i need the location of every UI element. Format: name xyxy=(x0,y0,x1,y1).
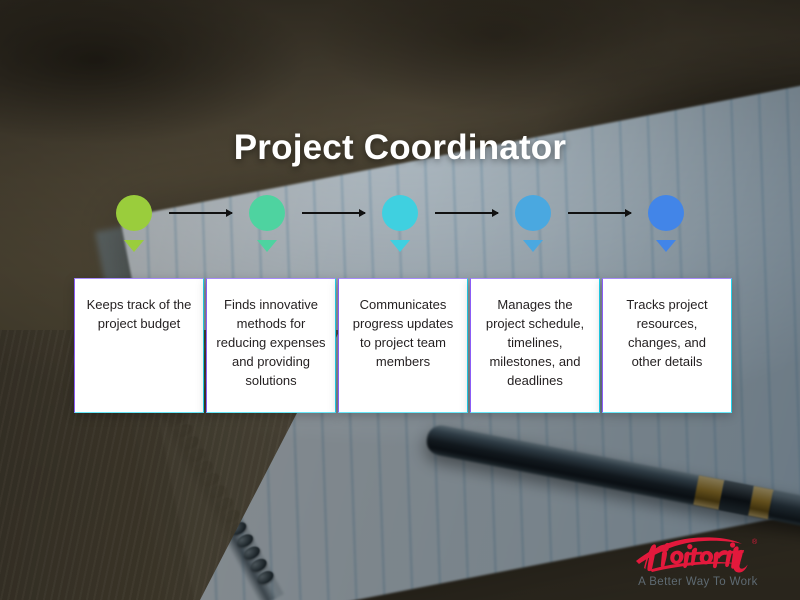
step-pointer-triangle-1 xyxy=(124,240,144,252)
step-pointer-triangle-2 xyxy=(257,240,277,252)
step-card-3[interactable]: Communicates progress updates to project… xyxy=(338,278,468,413)
step-card-text: Keeps track of the project budget xyxy=(86,297,192,332)
logo-tagline: A Better Way To Work xyxy=(638,576,758,588)
slide-canvas: Project Coordinator Keeps track of the p… xyxy=(0,0,800,600)
step-pointer-triangle-4 xyxy=(523,240,543,252)
step-node-2 xyxy=(247,195,287,252)
registered-trademark-icon: ® xyxy=(752,538,758,546)
flow-arrow-2 xyxy=(302,209,366,217)
flow-arrow-4 xyxy=(568,209,632,217)
step-card-text: Tracks project resources, changes, and o… xyxy=(626,297,708,370)
step-card-text: Communicates progress updates to project… xyxy=(352,297,454,370)
step-card-1[interactable]: Keeps track of the project budget xyxy=(74,278,204,413)
arrow-shaft xyxy=(169,212,232,214)
step-node-4 xyxy=(513,195,553,252)
step-pointer-triangle-3 xyxy=(390,240,410,252)
step-node-1 xyxy=(114,195,154,252)
step-card-5[interactable]: Tracks project resources, changes, and o… xyxy=(602,278,732,413)
brand-logo: ® A Better Way To Work xyxy=(618,528,778,588)
step-card-2[interactable]: Finds innovative methods for reducing ex… xyxy=(206,278,336,413)
step-cards-row: Keeps track of the project budget Finds i… xyxy=(74,278,734,413)
step-card-text: Finds innovative methods for reducing ex… xyxy=(216,297,326,389)
step-dot-1[interactable] xyxy=(116,195,152,231)
page-title: Project Coordinator xyxy=(233,128,567,167)
flow-arrow-3 xyxy=(435,209,499,217)
priority-wordmark-icon: ® xyxy=(636,537,758,573)
arrow-shaft xyxy=(302,212,365,214)
step-node-3 xyxy=(380,195,420,252)
arrow-shaft xyxy=(568,212,631,214)
arrow-shaft xyxy=(435,212,498,214)
step-pointer-triangle-5 xyxy=(656,240,676,252)
step-node-5 xyxy=(646,195,686,252)
step-dot-4[interactable] xyxy=(515,195,551,231)
step-indicator-row xyxy=(0,195,800,255)
step-card-4[interactable]: Manages the project schedule, timelines,… xyxy=(470,278,600,413)
flow-arrow-1 xyxy=(169,209,233,217)
arrow-head-icon xyxy=(359,209,366,217)
step-dot-3[interactable] xyxy=(382,195,418,231)
step-dot-2[interactable] xyxy=(249,195,285,231)
step-card-text: Manages the project schedule, timelines,… xyxy=(485,297,585,389)
arrow-head-icon xyxy=(625,209,632,217)
arrow-head-icon xyxy=(226,209,233,217)
arrow-head-icon xyxy=(492,209,499,217)
step-dot-5[interactable] xyxy=(648,195,684,231)
